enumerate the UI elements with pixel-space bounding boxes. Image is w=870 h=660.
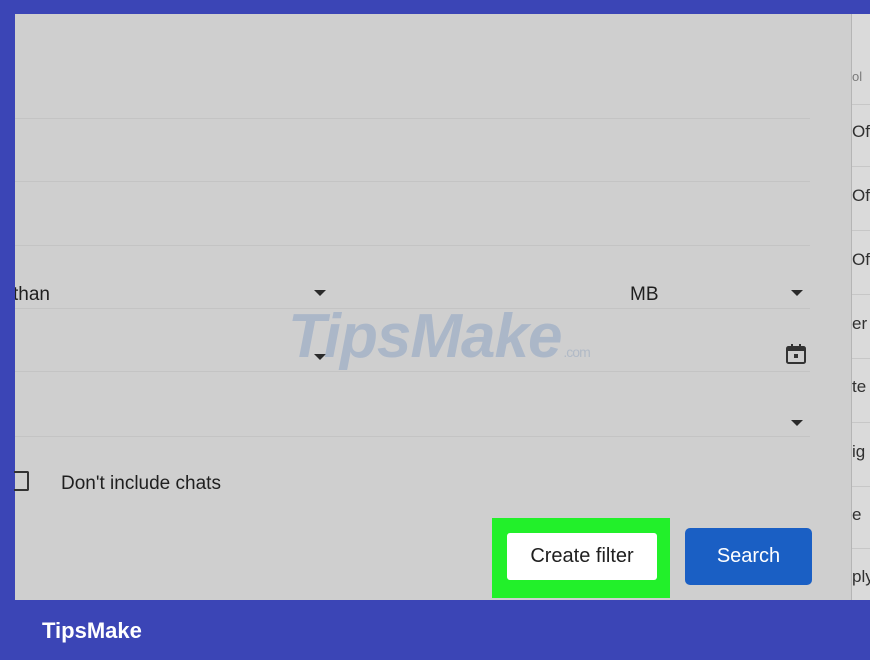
row-divider xyxy=(852,294,870,295)
row-divider xyxy=(852,548,870,549)
row-divider xyxy=(852,422,870,423)
dont-include-chats-label: Don't include chats xyxy=(61,473,221,494)
row-divider xyxy=(852,230,870,231)
create-filter-button[interactable]: Create filter xyxy=(507,533,657,580)
email-row-fragment: Of xyxy=(852,186,870,205)
size-unit-select[interactable]: MB xyxy=(630,284,659,306)
field-divider xyxy=(15,181,810,182)
row-divider xyxy=(852,166,870,167)
email-row-fragment: e xyxy=(852,505,862,524)
row-divider xyxy=(852,486,870,487)
search-button[interactable]: Search xyxy=(685,528,812,585)
chevron-down-icon[interactable] xyxy=(791,420,803,426)
watermark-logo: TipsMake .com xyxy=(288,301,591,372)
field-divider xyxy=(15,436,810,437)
row-divider xyxy=(852,104,870,105)
footer-bar: TipsMake xyxy=(0,600,870,660)
email-row-fragment: Of xyxy=(852,122,870,141)
field-divider xyxy=(15,245,810,246)
dont-include-chats-checkbox[interactable] xyxy=(14,471,29,491)
email-row-fragment: ig xyxy=(852,442,866,461)
footer-brand: TipsMake xyxy=(42,618,142,643)
chevron-down-icon[interactable] xyxy=(791,290,803,296)
email-row-fragment: ol xyxy=(852,69,863,84)
field-divider xyxy=(15,118,810,119)
background-email-list: ol Of Of Of er te ig e ply xyxy=(851,14,870,600)
email-row-fragment: ply xyxy=(852,567,870,586)
email-row-fragment: Of xyxy=(852,250,870,269)
row-divider xyxy=(852,358,870,359)
watermark-text: TipsMake xyxy=(288,302,562,371)
watermark-suffix: .com xyxy=(563,344,590,360)
chevron-down-icon[interactable] xyxy=(314,290,326,296)
email-row-fragment: er xyxy=(852,314,868,333)
size-comparator-select[interactable]: than xyxy=(15,284,50,306)
email-row-fragment: te xyxy=(852,377,867,396)
calendar-icon[interactable] xyxy=(785,343,807,365)
